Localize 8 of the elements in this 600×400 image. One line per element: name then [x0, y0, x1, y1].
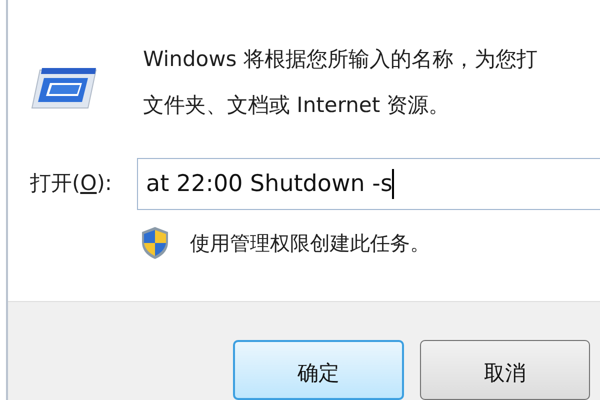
shield-icon — [140, 226, 170, 260]
open-label: 打开(O): — [30, 170, 114, 198]
ok-button[interactable]: 确定 — [233, 340, 404, 400]
cancel-button[interactable]: 取消 — [420, 340, 590, 400]
open-field[interactable]: at 22:00 Shutdown -s — [137, 158, 600, 210]
description-text: 文件夹、文档或 Internet 资源。 — [143, 92, 451, 119]
admin-note: 使用管理权限创建此任务。 — [190, 230, 430, 257]
description-text: Windows 将根据您所输入的名称，为您打 — [143, 46, 538, 73]
